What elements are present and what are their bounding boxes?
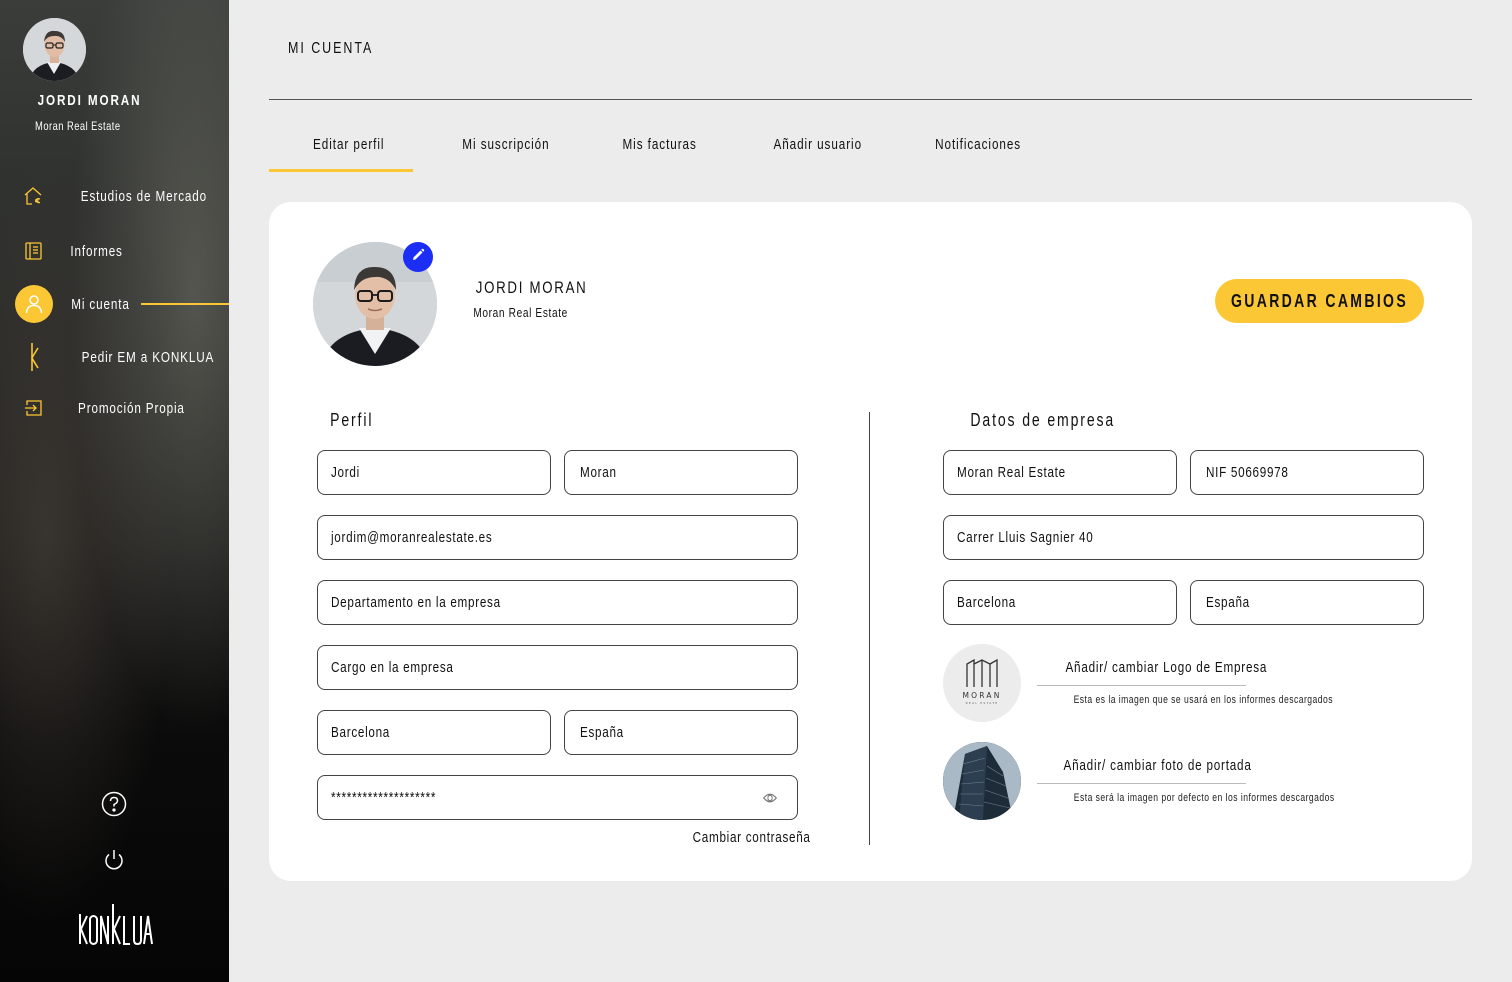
sidebar-user-company: Moran Real Estate xyxy=(35,119,121,133)
logo-link-underline xyxy=(1037,685,1246,686)
last-name-field[interactable]: Moran xyxy=(564,450,798,495)
change-logo-link[interactable]: Añadir/ cambiar Logo de Empresa xyxy=(1065,659,1267,676)
profile-company: Moran Real Estate xyxy=(473,305,568,320)
sidebar-item-label: Estudios de Mercado xyxy=(80,187,208,205)
report-icon xyxy=(22,239,46,263)
email-value: jordim@moranrealestate.es xyxy=(331,529,493,546)
country-value: España xyxy=(580,724,624,741)
sidebar-item-label: Promoción Propia xyxy=(78,399,185,417)
sidebar-item-informes[interactable]: Informes xyxy=(0,231,229,271)
password-value: ******************** xyxy=(331,789,437,806)
login-box-icon xyxy=(22,396,46,420)
sidebar-item-pedir-em[interactable]: Pedir EM a KONKLUA xyxy=(0,337,229,377)
company-logo-subtext: REAL ESTATE xyxy=(966,701,999,705)
sidebar-item-estudios-de-mercado[interactable]: Estudios de Mercado xyxy=(0,176,229,216)
profile-name: JORDI MORAN xyxy=(475,278,588,297)
city-value: Barcelona xyxy=(331,724,391,741)
nif-field[interactable]: NIF 50669978 xyxy=(1190,450,1424,495)
company-city-value: Barcelona xyxy=(957,594,1017,611)
logo-description: Esta es la imagen que se usará en los in… xyxy=(1073,694,1334,706)
change-password-link[interactable]: Cambiar contraseña xyxy=(693,829,811,846)
company-country-value: España xyxy=(1206,594,1250,611)
page-title: MI CUENTA xyxy=(288,40,374,57)
city-field[interactable]: Barcelona xyxy=(317,710,551,755)
cover-link-underline xyxy=(1037,783,1246,784)
position-field[interactable]: Cargo en la empresa xyxy=(317,645,798,690)
last-name-value: Moran xyxy=(580,464,617,481)
konklua-logo xyxy=(77,902,153,946)
sidebar-item-label: Pedir EM a KONKLUA xyxy=(81,348,215,366)
company-address-value: Carrer Lluis Sagnier 40 xyxy=(957,529,1094,546)
power-icon[interactable] xyxy=(102,848,126,872)
department-placeholder: Departamento en la empresa xyxy=(331,594,501,611)
first-name-value: Jordi xyxy=(331,464,360,481)
save-changes-label: GUARDAR CAMBIOS xyxy=(1230,290,1409,311)
position-placeholder: Cargo en la empresa xyxy=(331,659,454,676)
save-changes-button[interactable]: GUARDAR CAMBIOS xyxy=(1215,279,1424,323)
perfil-section-title: Perfil xyxy=(330,410,374,430)
company-address-field[interactable]: Carrer Lluis Sagnier 40 xyxy=(943,515,1424,560)
sidebar-item-mi-cuenta[interactable]: Mi cuenta xyxy=(0,284,229,324)
empresa-section-title: Datos de empresa xyxy=(970,410,1116,430)
company-logo-text: MORAN xyxy=(962,691,1001,700)
sidebar-item-label: Informes xyxy=(70,242,123,260)
cover-description: Esta será la imagen por defecto en los i… xyxy=(1073,792,1335,804)
konklua-k-icon xyxy=(22,343,46,371)
first-name-field[interactable]: Jordi xyxy=(317,450,551,495)
email-field[interactable]: jordim@moranrealestate.es xyxy=(317,515,798,560)
sidebar-item-promocion-propia[interactable]: Promoción Propia xyxy=(0,388,229,428)
user-icon xyxy=(15,285,53,323)
password-field[interactable]: ******************** xyxy=(317,775,798,820)
company-name-value: Moran Real Estate xyxy=(957,464,1066,481)
company-name-field[interactable]: Moran Real Estate xyxy=(943,450,1177,495)
active-tab-indicator xyxy=(269,169,413,172)
eye-icon[interactable] xyxy=(763,790,777,806)
tab-editar-perfil[interactable]: Editar perfil xyxy=(313,136,384,153)
company-logo-image[interactable]: MORAN REAL ESTATE xyxy=(943,644,1021,722)
sidebar-user-name: JORDI MORAN xyxy=(37,92,142,109)
help-icon[interactable] xyxy=(101,791,127,817)
cover-photo-image[interactable] xyxy=(943,742,1021,820)
nif-value: NIF 50669978 xyxy=(1206,464,1289,481)
header-divider xyxy=(269,99,1472,100)
company-city-field[interactable]: Barcelona xyxy=(943,580,1177,625)
tab-mi-suscripcion[interactable]: Mi suscripción xyxy=(462,136,549,153)
sidebar: JORDI MORAN Moran Real Estate Estudios d… xyxy=(0,0,229,982)
tab-notificaciones[interactable]: Notificaciones xyxy=(935,136,1021,153)
country-field[interactable]: España xyxy=(564,710,798,755)
pencil-icon xyxy=(411,248,425,267)
company-country-field[interactable]: España xyxy=(1190,580,1424,625)
house-euro-icon xyxy=(22,184,46,208)
edit-photo-button[interactable] xyxy=(403,242,433,272)
active-indicator xyxy=(141,303,229,305)
tab-anadir-usuario[interactable]: Añadir usuario xyxy=(773,136,862,153)
avatar[interactable] xyxy=(23,18,86,81)
department-field[interactable]: Departamento en la empresa xyxy=(317,580,798,625)
sidebar-item-label: Mi cuenta xyxy=(71,295,130,313)
section-divider xyxy=(869,412,870,845)
change-cover-link[interactable]: Añadir/ cambiar foto de portada xyxy=(1064,757,1252,774)
tab-mis-facturas[interactable]: Mis facturas xyxy=(622,136,696,153)
